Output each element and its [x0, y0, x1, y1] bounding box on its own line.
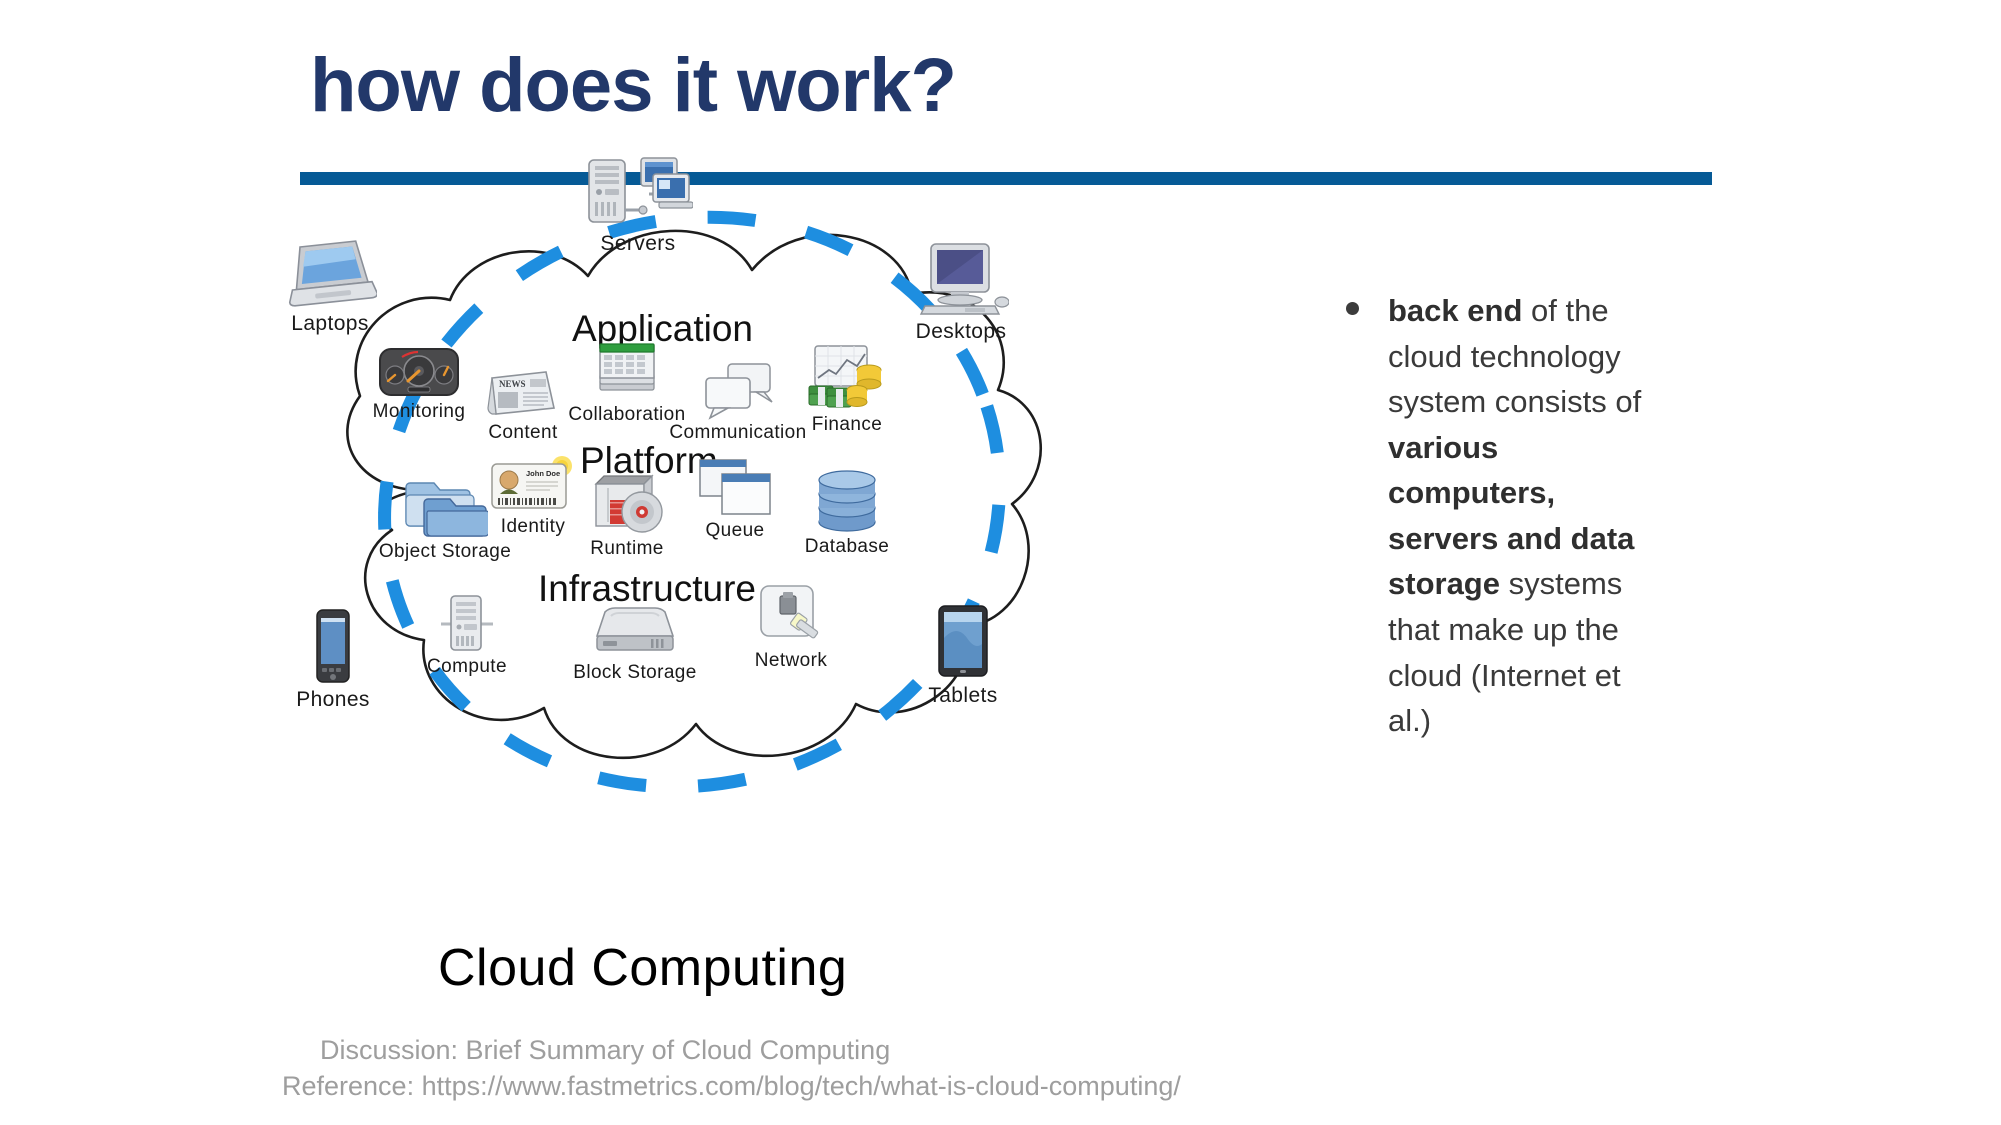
service-label-monitoring: Monitoring [372, 401, 466, 422]
service-label-compute: Compute [427, 656, 507, 677]
device-node-phones: Phones [278, 608, 388, 712]
title-underline-rule [300, 172, 1712, 185]
cloud-computing-diagram: Application Platform Infrastructure Clou… [288, 157, 1340, 1020]
harddrive-icon [565, 604, 705, 660]
service-label-finance: Finance [811, 414, 883, 435]
footer-reference-line: Reference: https://www.fastmetrics.com/b… [282, 1071, 1181, 1102]
database-icon [792, 468, 902, 534]
service-node-network: Network [736, 582, 846, 672]
service-node-finance: Finance [792, 342, 902, 436]
footer-discussion-line: Discussion: Brief Summary of Cloud Compu… [320, 1035, 891, 1065]
service-label-queue: Queue [705, 520, 765, 541]
finance-icon [792, 342, 902, 412]
service-node-runtime: Runtime [572, 472, 682, 560]
service-label-network: Network [754, 650, 828, 671]
desktop-icon [896, 240, 1026, 318]
service-node-compute: Compute [412, 592, 522, 678]
cloud-computing-caption: Cloud Computing [438, 939, 848, 997]
back-end-bullet-block: back end of the cloud technology system … [1330, 288, 1660, 744]
chat-icon [668, 362, 808, 420]
gauge-icon [360, 345, 478, 399]
bullet-text: back end of the cloud technology system … [1388, 288, 1660, 744]
device-label-laptops: Laptops [291, 312, 369, 335]
network-icon [736, 582, 846, 648]
laptop-icon [270, 238, 390, 310]
footer-credits: Discussion: Brief Summary of Cloud Compu… [282, 1032, 1181, 1105]
device-node-tablets: Tablets [908, 604, 1018, 708]
servers-icon [568, 152, 708, 230]
bullet-dot-icon [1346, 302, 1359, 315]
service-node-monitoring: Monitoring [360, 345, 478, 423]
device-node-servers: Servers [568, 152, 708, 256]
page-title: how does it work? [310, 43, 957, 128]
svg-text:NEWS: NEWS [499, 379, 526, 389]
service-node-database: Database [792, 468, 902, 558]
list-item: back end of the cloud technology system … [1330, 288, 1660, 744]
service-node-communication: Communication [668, 362, 808, 444]
bullet-emphasis: back end [1388, 293, 1523, 328]
service-label-database: Database [804, 536, 890, 557]
runtime-icon [572, 472, 682, 536]
queue-icon [680, 456, 790, 518]
service-label-runtime: Runtime [590, 538, 664, 559]
phone-icon [278, 608, 388, 686]
service-node-block-storage: Block Storage [565, 604, 705, 684]
device-label-phones: Phones [296, 688, 370, 711]
device-node-desktops: Desktops [896, 240, 1026, 344]
service-node-queue: Queue [680, 456, 790, 542]
device-label-desktops: Desktops [915, 320, 1007, 343]
device-label-tablets: Tablets [928, 684, 998, 707]
service-label-object-storage: Object Storage [378, 541, 512, 562]
service-label-communication: Communication [669, 422, 807, 443]
device-label-servers: Servers [600, 232, 676, 255]
server-tower-icon [412, 592, 522, 654]
device-node-laptops: Laptops [270, 238, 390, 336]
svg-text:John Doe: John Doe [526, 469, 560, 478]
service-label-block-storage: Block Storage [573, 662, 697, 683]
tablet-icon [908, 604, 1018, 682]
